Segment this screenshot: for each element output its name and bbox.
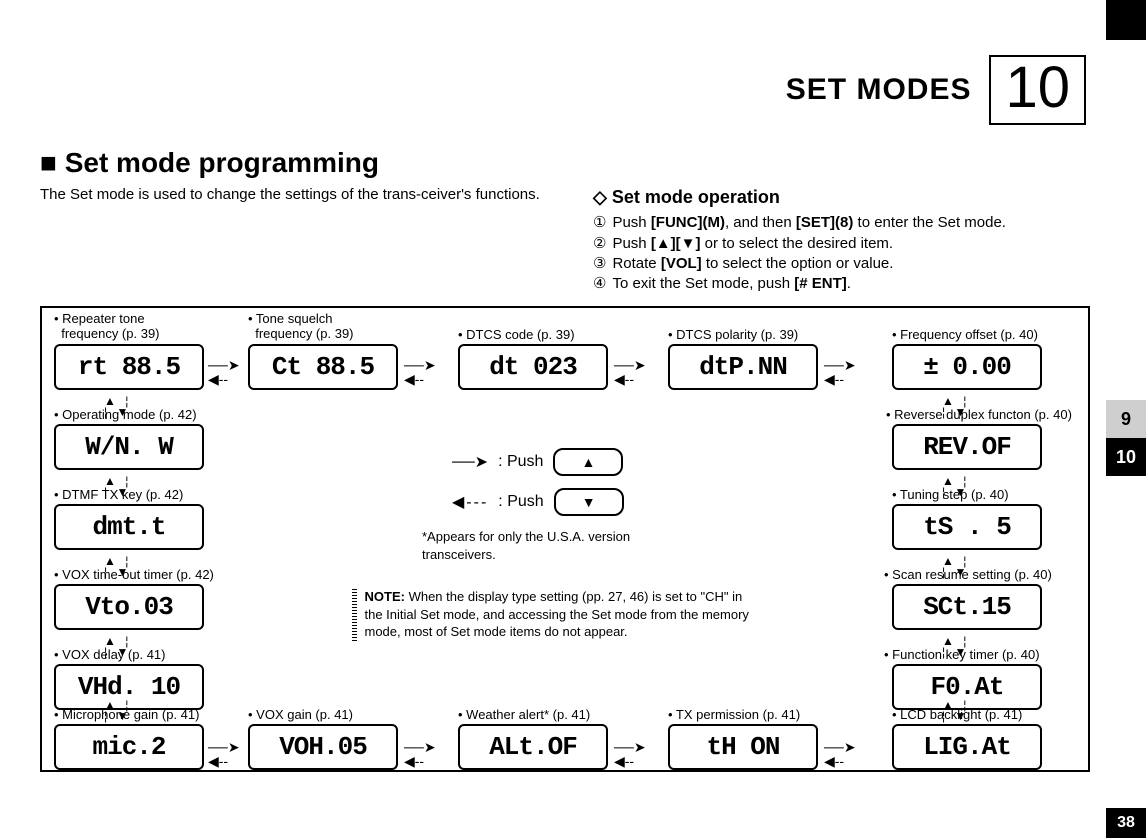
arrow-horizontal-icon: ──➤◀‑‑ bbox=[824, 740, 856, 768]
label-repeater-tone: • Repeater tone frequency (p. 39) bbox=[54, 312, 160, 342]
step-text: Rotate [VOL] to select the option or val… bbox=[612, 254, 893, 274]
lcd-reverse-duplex: REV.OF bbox=[892, 424, 1042, 470]
lcd-tuning-step: tS . 5 bbox=[892, 504, 1042, 550]
operation-step: ② Push [▲][▼] or to select the desired it… bbox=[593, 234, 1106, 254]
note-text: NOTE: When the display type setting (pp.… bbox=[365, 588, 753, 641]
arrow-vertical-icon: ▲ ¦¦ ▼ bbox=[104, 700, 131, 722]
arrow-vertical-icon: ▲ ¦¦ ▼ bbox=[942, 636, 969, 658]
arrow-left-dash-icon: ◀‑‑‑ bbox=[452, 492, 488, 512]
step-text: Push [FUNC](M), and then [SET](8) to ent… bbox=[612, 213, 1006, 233]
note-body: When the display type setting (pp. 27, 4… bbox=[365, 589, 749, 639]
legend-push-up: ──➤ : Push ▲ bbox=[452, 448, 623, 476]
operation-step: ③ Rotate [VOL] to select the option or va… bbox=[593, 254, 1106, 274]
lcd-lcd-backlight: LIG.At bbox=[892, 724, 1042, 770]
step-number: ③ bbox=[593, 254, 606, 274]
lcd-tone-squelch: Ct 88.5 bbox=[248, 344, 398, 390]
operation-step: ① Push [FUNC](M), and then [SET](8) to en… bbox=[593, 213, 1106, 233]
usa-note: *Appears for only the U.S.A. version tra… bbox=[422, 528, 672, 563]
chapter-title: SET MODES bbox=[786, 73, 972, 107]
step-number: ② bbox=[593, 234, 606, 254]
arrow-horizontal-icon: ──➤◀‑‑ bbox=[614, 740, 646, 768]
label-vox-gain: • VOX gain (p. 41) bbox=[248, 708, 353, 723]
arrow-horizontal-icon: ──➤◀‑‑ bbox=[404, 740, 436, 768]
label-vox-timeout: • VOX time-out timer (p. 42) bbox=[54, 568, 214, 583]
arrow-horizontal-icon: ──➤◀‑‑ bbox=[614, 358, 646, 386]
arrow-vertical-icon: ▲ ¦¦ ▼ bbox=[942, 476, 969, 498]
arrow-vertical-icon: ▲ ¦¦ ▼ bbox=[942, 396, 969, 418]
note-block: NOTE: When the display type setting (pp.… bbox=[352, 588, 752, 641]
side-tabs: 9 10 bbox=[1106, 400, 1146, 476]
label-reverse-duplex: • Reverse duplex functon (p. 40) bbox=[886, 408, 1072, 423]
lcd-repeater-tone: rt 88.5 bbox=[54, 344, 204, 390]
lcd-dtmf-tx-key: dmt.t bbox=[54, 504, 204, 550]
lcd-weather-alert: ALt.OF bbox=[458, 724, 608, 770]
down-button[interactable]: ▼ bbox=[554, 488, 624, 516]
legend-push-down-label: : Push bbox=[498, 493, 543, 511]
operation-block: ◇ Set mode operation ① Push [FUNC](M), an… bbox=[593, 185, 1106, 294]
label-tone-squelch: • Tone squelch frequency (p. 39) bbox=[248, 312, 354, 342]
arrow-horizontal-icon: ──➤◀‑‑ bbox=[824, 358, 856, 386]
step-number: ④ bbox=[593, 274, 606, 294]
arrow-right-icon: ──➤ bbox=[452, 452, 488, 472]
intro-text: The Set mode is used to change the setti… bbox=[40, 185, 553, 294]
lcd-vox-timeout: Vto.03 bbox=[54, 584, 204, 630]
arrow-vertical-icon: ▲ ¦¦ ▼ bbox=[104, 636, 131, 658]
section-title: ■ Set mode programming bbox=[40, 147, 1106, 179]
step-text: To exit the Set mode, push [# ENT]. bbox=[612, 274, 850, 294]
arrow-vertical-icon: ▲ ¦¦ ▼ bbox=[104, 396, 131, 418]
chapter-number-box: 10 bbox=[989, 55, 1086, 125]
lcd-dtcs-code: dt 023 bbox=[458, 344, 608, 390]
note-hatch bbox=[352, 588, 357, 641]
arrow-vertical-icon: ▲ ¦¦ ▼ bbox=[942, 556, 969, 578]
intro-columns: The Set mode is used to change the setti… bbox=[40, 185, 1106, 294]
lcd-mic-gain: mic.2 bbox=[54, 724, 204, 770]
label-dtcs-code: • DTCS code (p. 39) bbox=[458, 328, 575, 343]
lcd-operating-mode: W/N. W bbox=[54, 424, 204, 470]
arrow-vertical-icon: ▲ ¦¦ ▼ bbox=[942, 700, 969, 722]
page-number: 38 bbox=[1106, 808, 1146, 838]
arrow-horizontal-icon: ──➤◀‑‑ bbox=[404, 358, 436, 386]
arrow-vertical-icon: ▲ ¦¦ ▼ bbox=[104, 476, 131, 498]
operation-heading: ◇ Set mode operation bbox=[593, 185, 1106, 209]
lcd-freq-offset: ± 0.00 bbox=[892, 344, 1042, 390]
diagram: ──➤ : Push ▲ ◀‑‑‑ : Push ▼ *Appears for … bbox=[40, 306, 1090, 772]
chapter-header: SET MODES 10 bbox=[40, 55, 1086, 125]
up-icon: ▲ bbox=[582, 454, 596, 470]
arrow-horizontal-icon: ──➤◀‑‑ bbox=[208, 740, 240, 768]
label-dtcs-polarity: • DTCS polarity (p. 39) bbox=[668, 328, 798, 343]
label-tx-permission: • TX permission (p. 41) bbox=[668, 708, 800, 723]
tab-10[interactable]: 10 bbox=[1106, 438, 1146, 476]
operation-step: ④ To exit the Set mode, push [# ENT]. bbox=[593, 274, 1106, 294]
legend-push-down: ◀‑‑‑ : Push ▼ bbox=[452, 488, 624, 516]
step-number: ① bbox=[593, 213, 606, 233]
tab-9[interactable]: 9 bbox=[1106, 400, 1146, 438]
corner-marker bbox=[1106, 0, 1146, 40]
label-weather-alert: • Weather alert* (p. 41) bbox=[458, 708, 590, 723]
page: SET MODES 10 ■ Set mode programming The … bbox=[0, 0, 1146, 838]
down-icon: ▼ bbox=[582, 494, 596, 510]
lcd-dtcs-polarity: dtP.NN bbox=[668, 344, 818, 390]
step-text: Push [▲][▼] or to select the desired ite… bbox=[612, 234, 893, 254]
lcd-tx-permission: tH ON bbox=[668, 724, 818, 770]
label-freq-offset: • Frequency offset (p. 40) bbox=[892, 328, 1038, 343]
steps-container: ① Push [FUNC](M), and then [SET](8) to en… bbox=[593, 213, 1106, 294]
up-button[interactable]: ▲ bbox=[553, 448, 623, 476]
legend-push-up-label: : Push bbox=[498, 453, 543, 471]
lcd-vox-gain: VOH.05 bbox=[248, 724, 398, 770]
lcd-scan-resume: SCt.15 bbox=[892, 584, 1042, 630]
note-label: NOTE: bbox=[365, 589, 405, 604]
arrow-vertical-icon: ▲ ¦¦ ▼ bbox=[104, 556, 131, 578]
chapter-number: 10 bbox=[1005, 59, 1070, 117]
arrow-horizontal-icon: ──➤◀‑‑ bbox=[208, 358, 240, 386]
